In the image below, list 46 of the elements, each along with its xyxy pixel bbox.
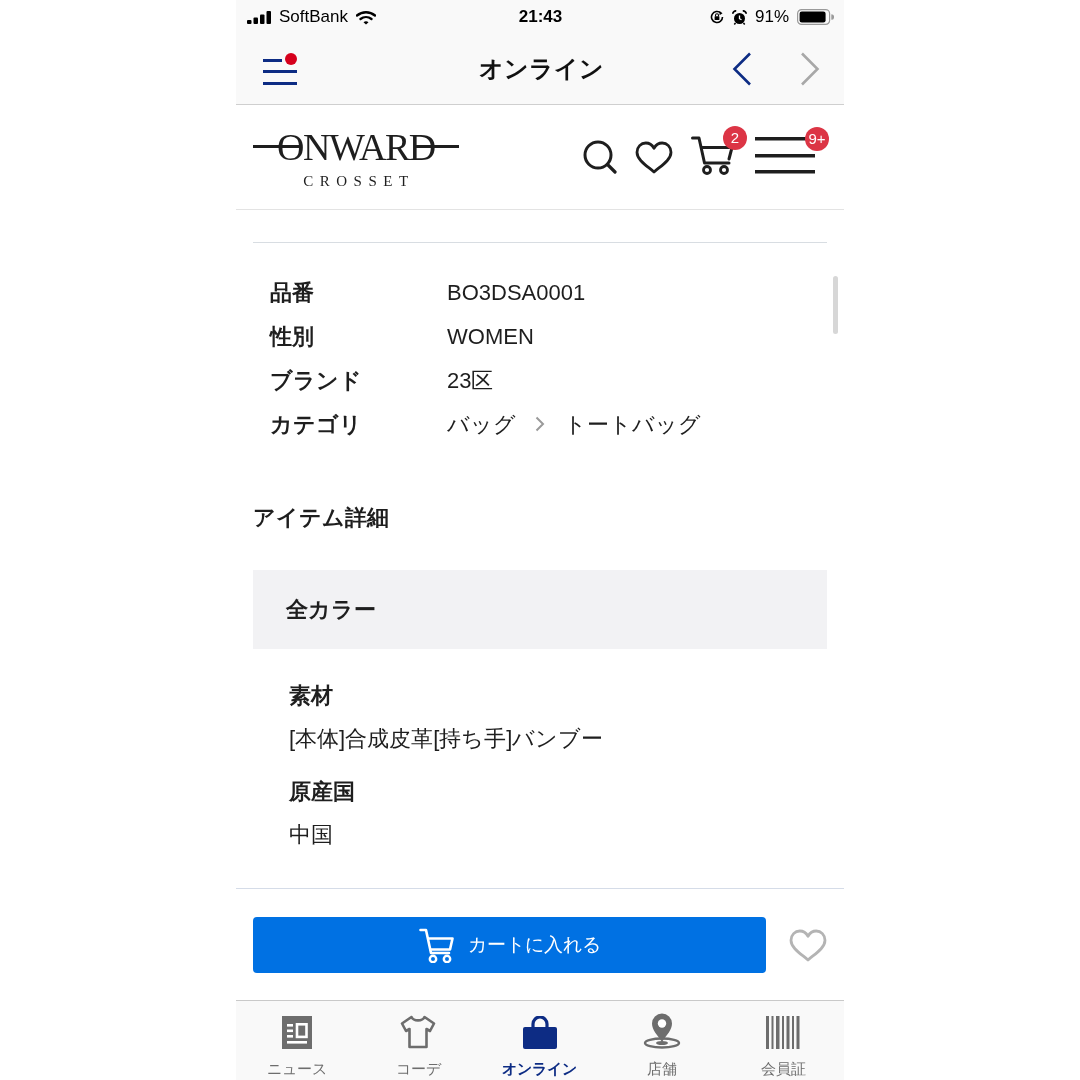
news-icon bbox=[281, 1016, 312, 1049]
tab-bar-item[interactable]: ニュース bbox=[236, 1001, 358, 1080]
barcode-icon bbox=[766, 1016, 801, 1049]
section-heading: アイテム詳細 bbox=[253, 504, 390, 532]
alarm-icon bbox=[731, 9, 747, 25]
field-label: 素材 bbox=[289, 682, 334, 710]
shopping-bag-icon bbox=[523, 1016, 557, 1049]
cart-count-badge: 2 bbox=[723, 126, 747, 150]
rotation-lock-icon bbox=[709, 10, 724, 24]
menu-count-badge: 9+ bbox=[805, 127, 829, 151]
spec-label: 品番 bbox=[270, 278, 315, 307]
spec-value: WOMEN bbox=[447, 322, 534, 351]
chevron-right-icon bbox=[535, 416, 545, 432]
spec-label: 性別 bbox=[270, 322, 315, 351]
menu-icon[interactable] bbox=[263, 53, 297, 85]
tshirt-icon bbox=[400, 1015, 437, 1049]
spec-value: 23区 bbox=[447, 366, 494, 395]
category-link[interactable]: トートバッグ bbox=[564, 407, 701, 441]
chevron-left-icon[interactable] bbox=[732, 52, 752, 86]
field-value: [本体]合成皮革[持ち手]バンブー bbox=[289, 725, 605, 753]
clock-time: 21:43 bbox=[518, 6, 563, 29]
spec-value: BO3DSA0001 bbox=[447, 278, 586, 307]
category-link[interactable]: バッグ bbox=[447, 407, 516, 441]
panel-heading: 全カラー bbox=[286, 596, 376, 624]
tab-bar-item[interactable]: コーデ bbox=[357, 1001, 480, 1080]
wifi-icon bbox=[356, 9, 376, 25]
battery-percent: 91% bbox=[754, 6, 789, 29]
carrier-name: SoftBank bbox=[279, 6, 348, 29]
add-to-cart-button[interactable]: カートに入れる bbox=[253, 917, 766, 973]
tab-bar-item[interactable]: オンライン bbox=[479, 1001, 601, 1080]
logo-subtitle: CROSSET bbox=[302, 173, 415, 189]
cart-icon bbox=[418, 927, 454, 963]
page-title: オンライン bbox=[479, 54, 604, 84]
signal-icon bbox=[247, 10, 271, 24]
map-pin-icon bbox=[642, 1013, 681, 1049]
spec-label: カテゴリ bbox=[270, 410, 363, 439]
scrollbar bbox=[833, 276, 838, 334]
tab-bar-item[interactable]: 会員証 bbox=[722, 1001, 844, 1080]
spec-label: ブランド bbox=[270, 366, 363, 395]
battery-icon bbox=[797, 9, 834, 25]
logo-wordmark[interactable]: ONWARD bbox=[253, 127, 459, 166]
field-label: 原産国 bbox=[289, 778, 356, 806]
tab-bar-item[interactable]: 店舗 bbox=[600, 1001, 723, 1080]
field-value: 中国 bbox=[289, 821, 334, 849]
heart-icon[interactable] bbox=[635, 140, 673, 174]
search-icon[interactable] bbox=[583, 140, 617, 174]
